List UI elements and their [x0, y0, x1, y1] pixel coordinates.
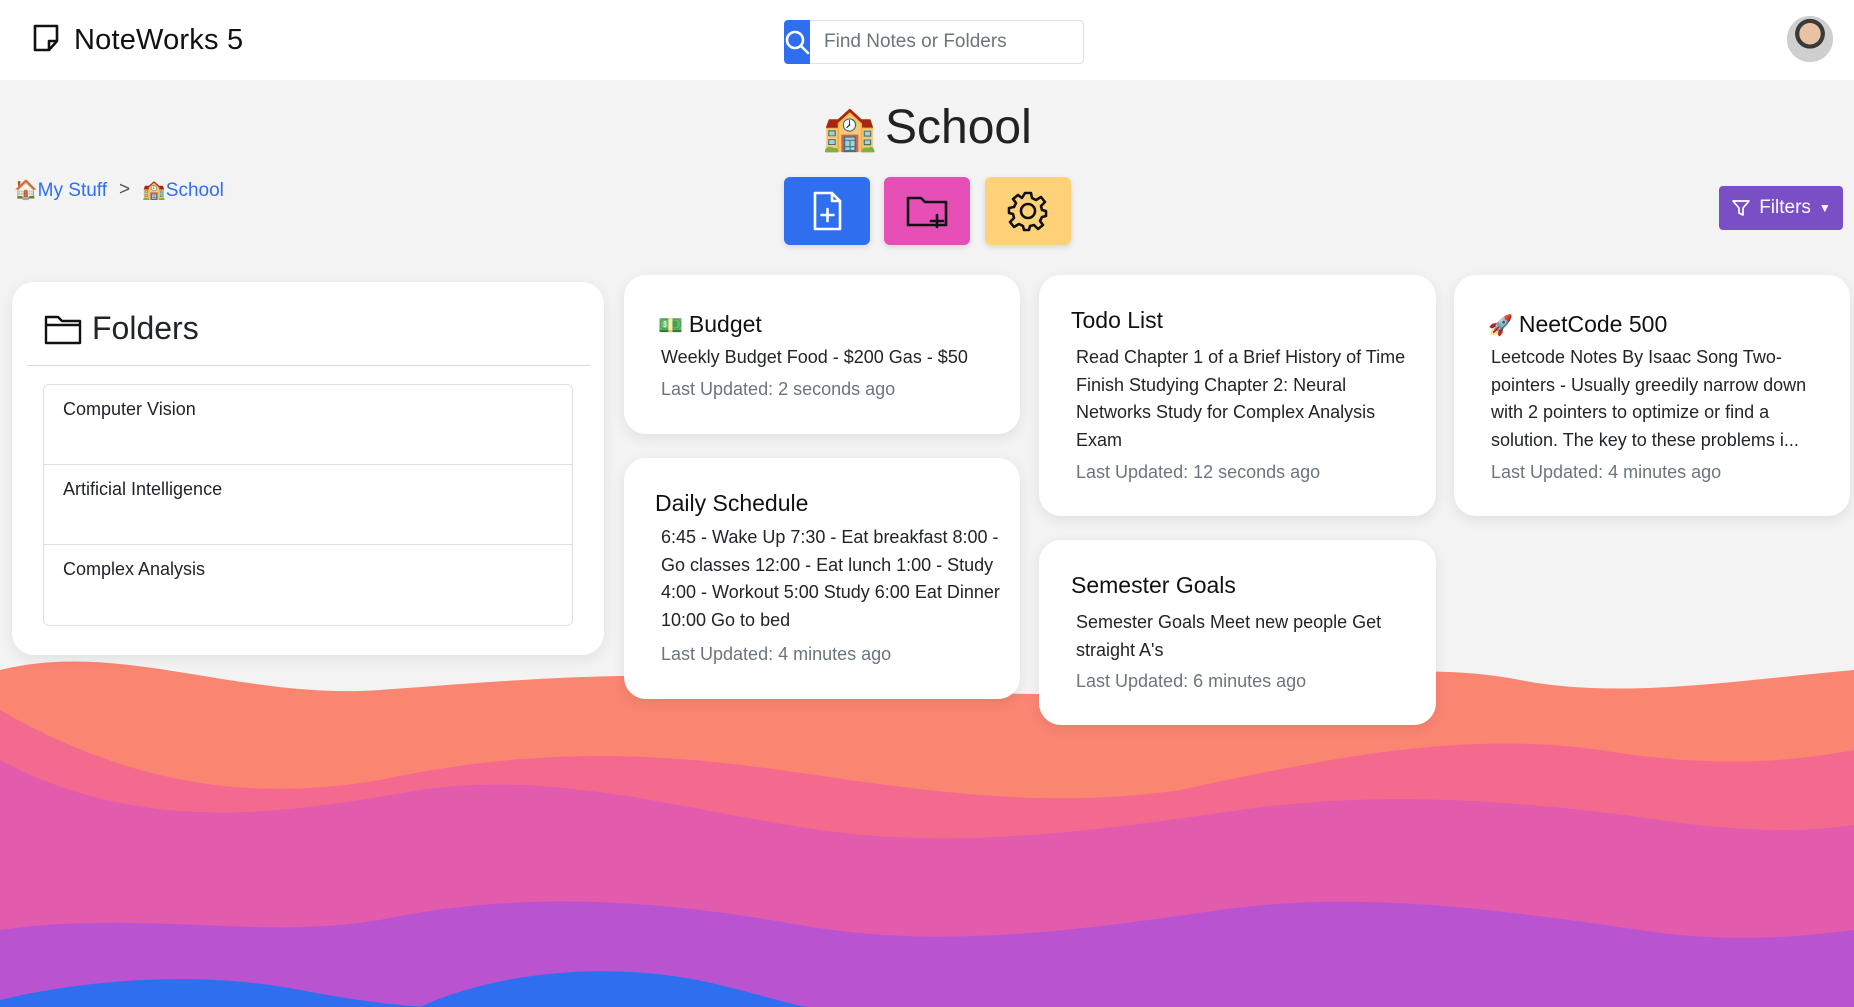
note-title: Semester Goals [1071, 572, 1236, 598]
note-preview: Read Chapter 1 of a Brief History of Tim… [1076, 347, 1406, 450]
user-avatar[interactable] [1787, 16, 1833, 62]
school-icon: 🏫 [142, 180, 166, 201]
page-title: 🏫 School [0, 100, 1854, 155]
folder-item[interactable]: Computer Vision [44, 385, 572, 465]
folder-plus-icon [906, 196, 948, 229]
note-updated: Last Updated: 4 minutes ago [1491, 462, 1722, 482]
folders-card: Folders Computer Vision Artificial Intel… [12, 282, 604, 655]
new-note-button[interactable] [784, 177, 870, 245]
note-title-text: NeetCode 500 [1518, 311, 1668, 337]
caret-down-icon: ▼ [1818, 201, 1831, 215]
folder-icon [44, 315, 82, 344]
folders-title: Folders [92, 310, 199, 346]
note-preview: 6:45 - Wake Up 7:30 - Eat breakfast 8:00… [661, 527, 1000, 630]
breadcrumb-label: School [165, 180, 224, 201]
note-title-text: Budget [688, 311, 762, 337]
page-title-text: School [885, 101, 1032, 154]
note-title: Todo List [1071, 307, 1164, 333]
note-card[interactable]: 🚀 NeetCode 500 Leetcode Notes By Isaac So… [1454, 275, 1850, 516]
brand-name: NoteWorks 5 [74, 24, 244, 56]
note-updated: Last Updated: 12 seconds ago [1076, 462, 1321, 482]
sticky-note-icon [30, 22, 62, 59]
breadcrumb-item-my-stuff[interactable]: 🏠My Stuff [14, 178, 107, 202]
top-navbar: NoteWorks 5 [0, 0, 1854, 80]
breadcrumb: 🏠My Stuff > 🏫School [14, 178, 224, 202]
note-title: Daily Schedule [655, 490, 809, 516]
file-plus-icon [813, 191, 842, 231]
breadcrumb-item-school[interactable]: 🏫School [142, 178, 224, 202]
gear-icon [1007, 191, 1048, 232]
search-input[interactable] [810, 20, 1084, 64]
note-card[interactable]: 💵 Budget Weekly Budget Food - $200 Gas - … [624, 275, 1020, 434]
filters-dropdown[interactable]: Filters ▼ [1719, 186, 1843, 230]
note-preview: Semester Goals Meet new people Get strai… [1076, 612, 1382, 660]
filter-icon [1732, 200, 1751, 216]
note-title: 🚀 NeetCode 500 [1488, 311, 1667, 338]
note-card[interactable]: Daily Schedule 6:45 - Wake Up 7:30 - Eat… [624, 458, 1020, 699]
new-folder-button[interactable] [884, 177, 970, 245]
breadcrumb-label: My Stuff [37, 180, 108, 201]
brand-link[interactable]: NoteWorks 5 [30, 22, 243, 59]
settings-button[interactable] [985, 177, 1071, 245]
folders-divider [27, 365, 590, 366]
folders-header: Folders [44, 310, 199, 347]
school-icon: 🏫 [822, 104, 878, 153]
note-updated: Last Updated: 2 seconds ago [661, 379, 896, 399]
search-button[interactable] [784, 20, 810, 64]
folder-item[interactable]: Artificial Intelligence [44, 465, 572, 545]
filters-label: Filters [1759, 197, 1811, 218]
money-icon: 💵 [658, 315, 683, 337]
breadcrumb-separator: > [119, 179, 131, 200]
rocket-icon: 🚀 [1488, 315, 1513, 337]
note-preview: Leetcode Notes By Isaac Song Two-pointer… [1491, 347, 1807, 450]
search-bar [784, 20, 1084, 64]
note-preview: Weekly Budget Food - $200 Gas - $50 [661, 347, 968, 367]
note-updated: Last Updated: 4 minutes ago [661, 644, 892, 664]
note-card[interactable]: Semester Goals Semester Goals Meet new p… [1039, 540, 1436, 725]
folder-item[interactable]: Complex Analysis [44, 545, 572, 625]
folder-list: Computer Vision Artificial Intelligence … [43, 384, 573, 626]
note-updated: Last Updated: 6 minutes ago [1076, 671, 1307, 691]
house-icon: 🏠 [14, 180, 38, 201]
search-icon [785, 30, 810, 55]
note-title: 💵 Budget [658, 311, 762, 338]
note-card[interactable]: Todo List Read Chapter 1 of a Brief Hist… [1039, 275, 1436, 516]
